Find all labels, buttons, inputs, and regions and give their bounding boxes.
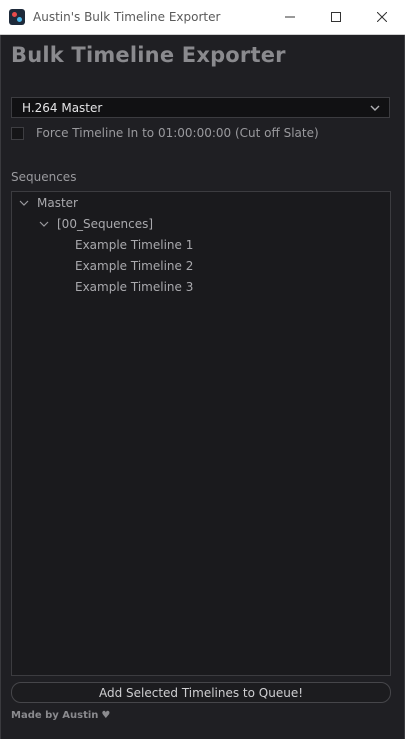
page-title: Bulk Timeline Exporter	[11, 43, 286, 67]
maximize-icon	[331, 12, 341, 22]
maximize-button[interactable]	[313, 0, 359, 35]
add-to-queue-button[interactable]: Add Selected Timelines to Queue!	[11, 682, 391, 703]
close-icon	[377, 12, 387, 22]
tree-item-label: Example Timeline 3	[75, 280, 194, 294]
tree-item-master[interactable]: Master	[17, 194, 78, 212]
credit-text: Made by Austin	[11, 710, 99, 721]
tree-item-folder[interactable]: [00_Sequences]	[37, 215, 153, 233]
tree-item-timeline[interactable]: Example Timeline 3	[75, 278, 193, 296]
chevron-down-icon[interactable]	[17, 196, 31, 210]
tree-item-label: [00_Sequences]	[57, 217, 154, 231]
force-timeline-label: Force Timeline In to 01:00:00:00 (Cut of…	[36, 126, 319, 140]
tree-item-label: Example Timeline 2	[75, 259, 194, 273]
tree-item-label: Example Timeline 1	[75, 238, 194, 252]
minimize-icon	[285, 16, 295, 18]
window-title: Austin's Bulk Timeline Exporter	[33, 10, 221, 24]
tree-item-label: Master	[37, 196, 78, 210]
chevron-down-icon[interactable]	[37, 217, 51, 231]
heart-icon: ♥	[101, 710, 111, 721]
footer-credit: Made by Austin ♥	[11, 710, 110, 721]
force-timeline-checkbox[interactable]	[11, 126, 24, 140]
tree-item-timeline[interactable]: Example Timeline 2	[75, 257, 193, 275]
chevron-down-icon	[370, 105, 380, 111]
preset-dropdown[interactable]: H.264 Master	[11, 97, 390, 118]
sequences-tree[interactable]: Master [00_Sequences] Example Timeline 1…	[11, 191, 391, 676]
tree-item-timeline[interactable]: Example Timeline 1	[75, 236, 193, 254]
minimize-button[interactable]	[267, 0, 313, 35]
sequences-label: Sequences	[11, 170, 77, 184]
app-logo-icon	[9, 9, 25, 25]
force-timeline-option[interactable]: Force Timeline In to 01:00:00:00 (Cut of…	[11, 124, 319, 142]
title-bar: Austin's Bulk Timeline Exporter	[0, 0, 405, 35]
preset-selected-value: H.264 Master	[22, 100, 103, 115]
close-button[interactable]	[359, 0, 405, 35]
